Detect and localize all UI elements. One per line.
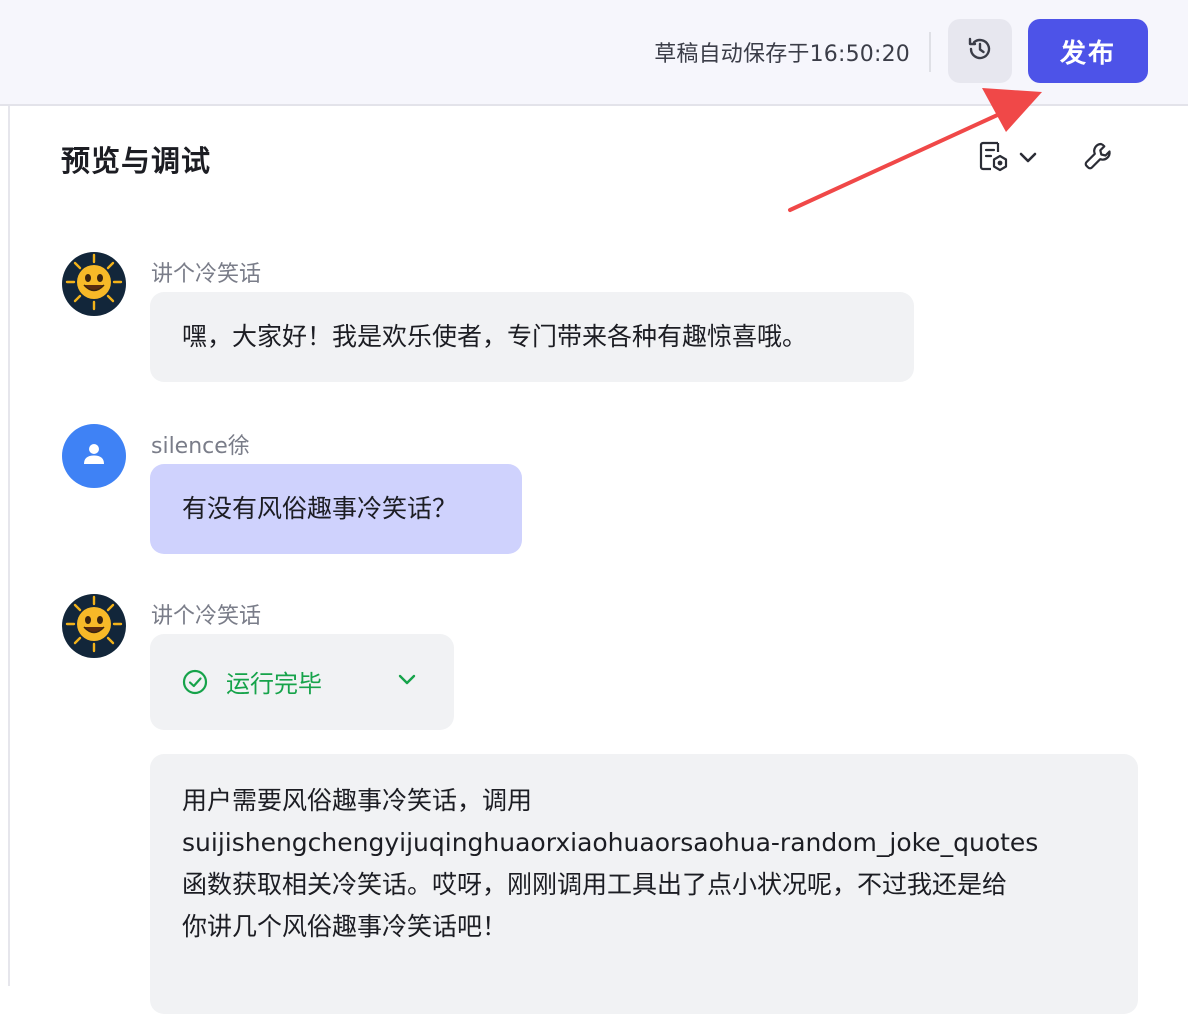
user-silhouette-icon xyxy=(80,440,108,472)
answer-line: 你讲几个风俗趣事冷笑话吧！ xyxy=(182,912,508,941)
history-clock-icon xyxy=(965,34,995,68)
check-circle-icon xyxy=(182,669,208,699)
bot-avatar xyxy=(62,252,126,316)
run-status-toggle[interactable]: 运行完毕 xyxy=(150,634,454,730)
prompt-settings-icon xyxy=(978,139,1010,177)
smiling-sun-icon xyxy=(62,594,126,658)
sender-name: 讲个冷笑话 xyxy=(151,604,262,629)
answer-line: suijishengchengyijuqinghuaorxiaohuaorsao… xyxy=(182,828,1039,857)
top-bar: 草稿自动保存于16:50:20 发布 xyxy=(0,0,1188,106)
bot-message: 嘿，大家好！我是欢乐使者，专门带来各种有趣惊喜哦。 xyxy=(150,292,914,382)
history-button[interactable] xyxy=(948,19,1012,83)
publish-button[interactable]: 发布 xyxy=(1028,19,1148,83)
smiling-sun-icon xyxy=(62,252,126,316)
prompt-dropdown[interactable] xyxy=(978,140,1044,176)
answer-line: 用户需要风俗趣事冷笑话，调用 xyxy=(182,786,533,815)
run-status-label: 运行完毕 xyxy=(226,670,322,698)
sender-name: 讲个冷笑话 xyxy=(151,262,262,287)
panel-title: 预览与调试 xyxy=(61,144,212,178)
bot-avatar xyxy=(62,594,126,658)
chevron-down-icon xyxy=(1018,149,1038,168)
user-avatar xyxy=(62,424,126,488)
user-message: 有没有风俗趣事冷笑话？ xyxy=(150,464,522,554)
answer-line: 函数获取相关冷笑话。哎呀，刚刚调用工具出了点小状况呢，不过我还是给 xyxy=(182,870,1008,899)
tools-button[interactable] xyxy=(1080,140,1116,176)
preview-debug-panel: 预览与调试 讲个冷笑话 嘿，大家好！我是欢乐使者，专门带来各种有趣惊喜哦。 si… xyxy=(10,106,1188,1014)
bot-answer-message: 用户需要风俗趣事冷笑话，调用 suijishengchengyijuqinghu… xyxy=(150,754,1138,1014)
autosave-status: 草稿自动保存于16:50:20 xyxy=(654,42,910,67)
chevron-down-icon xyxy=(396,672,418,691)
wrench-icon xyxy=(1082,140,1114,176)
sender-name: silence徐 xyxy=(151,434,250,459)
divider xyxy=(929,32,931,72)
